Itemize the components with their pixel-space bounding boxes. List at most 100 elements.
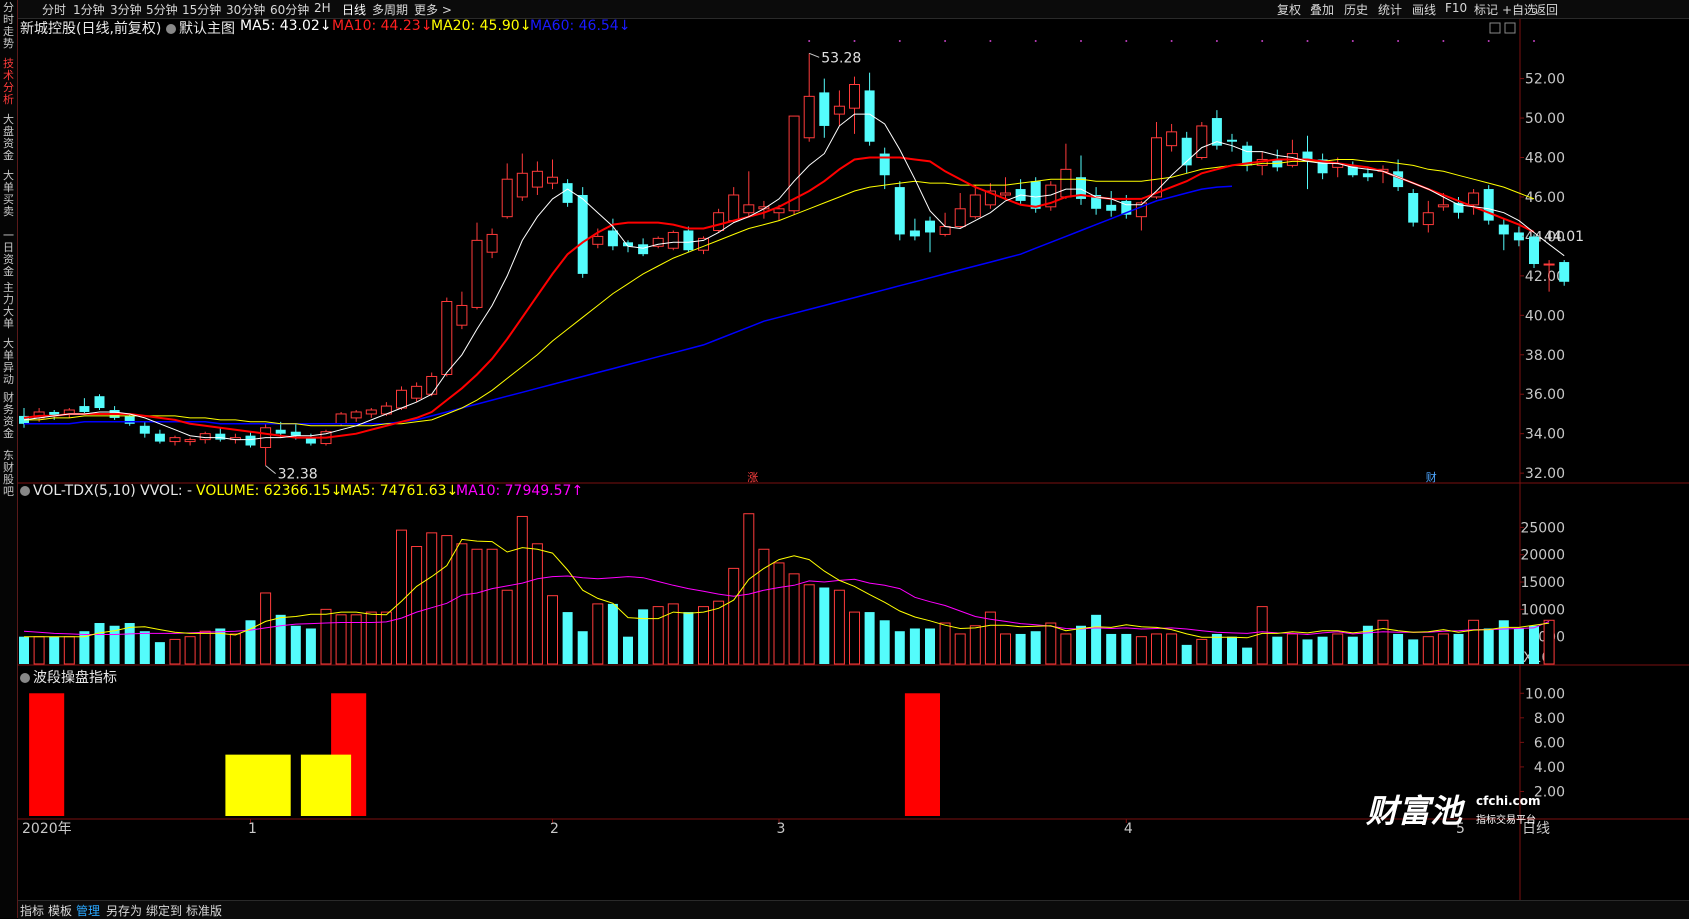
candle-body-down[interactable] — [1408, 193, 1419, 223]
candle-body-down[interactable] — [1362, 173, 1373, 178]
candle-body-down[interactable] — [562, 183, 573, 203]
candle-body-up[interactable] — [199, 433, 211, 441]
toolbar-action-0[interactable]: 复权 — [1277, 1, 1301, 18]
candle-body-up[interactable] — [516, 172, 528, 198]
bottom-tab-4[interactable]: 绑定到 — [146, 902, 182, 919]
indicator-selector[interactable]: 默认主图 — [166, 18, 235, 38]
candle-body-up[interactable] — [411, 385, 423, 399]
sidebar-tab-2[interactable]: 大盘资金 — [0, 114, 17, 164]
candle-body-up[interactable] — [849, 84, 860, 109]
candle-body-down[interactable] — [1498, 224, 1509, 235]
candle-body-down[interactable] — [1559, 262, 1570, 282]
candle-body-up[interactable] — [547, 176, 558, 184]
period-tab-10[interactable]: 更多 > — [414, 1, 452, 18]
toolbar-action-1[interactable]: 叠加 — [1310, 1, 1334, 18]
candle-body-down[interactable] — [79, 406, 90, 412]
candle-body-up[interactable] — [939, 226, 951, 235]
candle-body-up[interactable] — [954, 208, 966, 228]
candle-body-up[interactable] — [1543, 263, 1555, 266]
candle-body-up[interactable] — [1196, 125, 1208, 158]
candle-body-up[interactable] — [728, 194, 740, 222]
sidebar-tab-1[interactable]: 技术分析 — [0, 58, 17, 108]
candle-body-up[interactable] — [441, 301, 453, 375]
candle-body-down[interactable] — [215, 433, 226, 440]
candle-body-down[interactable] — [1227, 139, 1237, 142]
candle-body-up[interactable] — [486, 233, 498, 253]
candle-body-up[interactable] — [1422, 212, 1434, 226]
candle-body-up[interactable] — [350, 411, 362, 419]
bottom-tab-0[interactable]: 指标 — [20, 902, 44, 919]
candle-body-up[interactable] — [969, 194, 981, 218]
candle-body-down[interactable] — [925, 220, 935, 233]
period-tab-1[interactable]: 1分钟 — [73, 1, 105, 18]
bottom-tab-5[interactable]: 标准版 — [186, 902, 222, 919]
sidebar-tab-8[interactable]: 东财股吧 — [0, 450, 17, 498]
period-tab-9[interactable]: 多周期 — [372, 1, 408, 18]
sidebar-tab-4[interactable]: 一日资金 — [0, 230, 17, 278]
candle-body-up[interactable] — [456, 304, 468, 326]
candle-body-down[interactable] — [1483, 189, 1494, 221]
candle-body-down[interactable] — [1030, 181, 1041, 209]
candle-body-down[interactable] — [290, 431, 301, 436]
candle-body-up[interactable] — [169, 437, 181, 443]
chart-canvas[interactable]: 32.0034.0036.0038.0040.0042.0044.0046.00… — [18, 19, 1689, 900]
candle-body-up[interactable] — [365, 409, 377, 415]
period-tab-6[interactable]: 60分钟 — [270, 1, 309, 18]
toolbar-action-4[interactable]: 画线 — [1412, 1, 1436, 18]
sidebar-tab-6[interactable]: 大单异动 — [0, 338, 17, 386]
sidebar-tab-0[interactable]: 分时走势 — [0, 2, 17, 52]
period-tab-0[interactable]: 分时 — [42, 1, 66, 18]
candle-body-up[interactable] — [426, 375, 438, 395]
candle-body-up[interactable] — [471, 239, 483, 308]
period-tab-7[interactable]: 2H — [314, 1, 331, 15]
candle-body-up[interactable] — [773, 208, 785, 214]
candle-body-up[interactable] — [335, 413, 347, 425]
candle-body-down[interactable] — [94, 396, 105, 409]
sidebar-tab-5[interactable]: 主力大单 — [0, 282, 17, 332]
period-tab-2[interactable]: 3分钟 — [110, 1, 142, 18]
candle-body-down[interactable] — [683, 230, 694, 251]
candle-body-up[interactable] — [592, 235, 604, 245]
candle-body-down[interactable] — [154, 433, 165, 442]
candle-body-up[interactable] — [501, 178, 513, 218]
candle-body-down[interactable] — [607, 230, 618, 247]
candle-body-up[interactable] — [1060, 168, 1072, 198]
sidebar-tab-7[interactable]: 财务资金 — [0, 392, 17, 444]
candle-body-up[interactable] — [531, 170, 543, 188]
candle-body-up[interactable] — [713, 212, 725, 231]
toolbar-action-2[interactable]: 历史 — [1344, 1, 1368, 18]
window-restore-icon[interactable] — [1504, 22, 1516, 34]
candle-body-down[interactable] — [139, 425, 150, 434]
period-tab-8[interactable]: 日线 — [342, 1, 366, 18]
bottom-tab-3[interactable]: 另存为 — [106, 902, 142, 919]
candle-body-down[interactable] — [1106, 204, 1117, 211]
candle-body-down[interactable] — [245, 435, 256, 446]
candle-body-down[interactable] — [638, 244, 649, 255]
period-tab-4[interactable]: 15分钟 — [182, 1, 221, 18]
period-tab-5[interactable]: 30分钟 — [226, 1, 265, 18]
candle-body-up[interactable] — [833, 105, 845, 115]
candle-body-up[interactable] — [1437, 204, 1449, 208]
candle-body-up[interactable] — [184, 439, 196, 443]
candle-body-down[interactable] — [275, 429, 286, 434]
bottom-tab-1[interactable]: 模板 — [48, 902, 72, 919]
candle-body-up[interactable] — [803, 95, 815, 139]
bottom-tab-2[interactable]: 管理 — [76, 902, 100, 919]
candle-body-up[interactable] — [1000, 192, 1011, 196]
toolbar-action-7[interactable]: +自选 — [1502, 1, 1536, 18]
toolbar-action-3[interactable]: 统计 — [1378, 1, 1402, 18]
candle-body-up[interactable] — [396, 389, 407, 409]
toolbar-action-6[interactable]: 标记 — [1474, 1, 1498, 18]
candle-body-down[interactable] — [1529, 236, 1539, 265]
candle-body-up[interactable] — [743, 204, 755, 214]
candle-body-down[interactable] — [577, 194, 588, 274]
candle-body-up[interactable] — [667, 231, 679, 249]
candle-body-down[interactable] — [894, 187, 905, 235]
candle-body-down[interactable] — [909, 230, 920, 237]
candle-body-down[interactable] — [819, 92, 830, 126]
candle-body-up[interactable] — [1468, 192, 1480, 206]
period-tab-3[interactable]: 5分钟 — [146, 1, 178, 18]
toolbar-action-5[interactable]: F10 — [1445, 1, 1467, 15]
sidebar-tab-3[interactable]: 大单买卖 — [0, 170, 17, 220]
candle-body-up[interactable] — [1166, 131, 1178, 147]
